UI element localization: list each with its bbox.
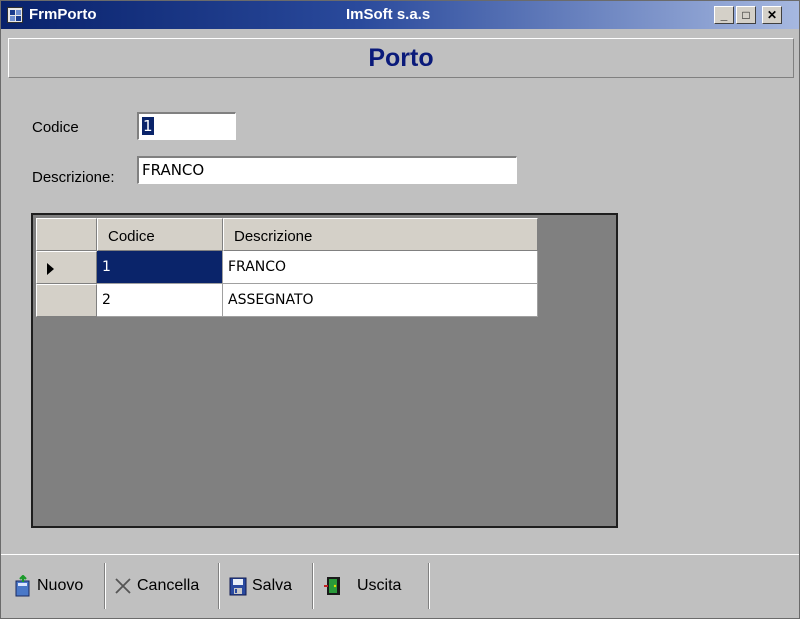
- new-document-icon: [13, 574, 33, 597]
- nuovo-button[interactable]: Nuovo: [13, 560, 83, 612]
- bottom-toolbar: Nuovo Cancella Salva Uscita: [1, 554, 799, 618]
- maximize-icon: □: [742, 8, 750, 22]
- toolbar-separator: [312, 563, 314, 609]
- nuovo-label: Nuovo: [37, 577, 84, 594]
- app-icon[interactable]: [7, 7, 23, 23]
- maximize-button[interactable]: □: [736, 6, 756, 24]
- save-floppy-icon: [228, 575, 248, 597]
- close-button[interactable]: ✕: [762, 6, 782, 24]
- descrizione-value: FRANCO: [142, 161, 205, 179]
- page-title: Porto: [368, 44, 434, 72]
- close-icon: ✕: [766, 8, 778, 22]
- table-cell-codice[interactable]: 2: [97, 284, 223, 317]
- codice-value: 1: [142, 117, 154, 135]
- column-header-codice[interactable]: Codice: [97, 218, 223, 251]
- window-company-name: ImSoft s.a.s: [346, 6, 431, 23]
- header-panel: Porto: [8, 38, 794, 78]
- frm-porto-window: FrmPorto ImSoft s.a.s _ □ ✕ Porto Codice…: [0, 0, 800, 619]
- title-bar[interactable]: FrmPorto ImSoft s.a.s _ □ ✕: [1, 1, 799, 29]
- cancella-button[interactable]: Cancella: [113, 560, 199, 612]
- minimize-icon: _: [720, 8, 728, 22]
- descrizione-input[interactable]: FRANCO: [137, 156, 517, 184]
- toolbar-separator: [104, 563, 106, 609]
- table-cell-descrizione[interactable]: ASSEGNATO: [223, 284, 538, 317]
- data-grid[interactable]: Codice Descrizione 1 FRANCO 2 ASSEGNATO: [31, 213, 618, 528]
- row-header-2[interactable]: [36, 284, 97, 317]
- codice-label: Codice: [32, 119, 79, 136]
- codice-input[interactable]: 1: [137, 112, 236, 140]
- uscita-button[interactable]: Uscita: [323, 560, 401, 612]
- uscita-label: Uscita: [357, 577, 402, 594]
- table-cell-descrizione[interactable]: FRANCO: [223, 251, 538, 284]
- row-header-1[interactable]: [36, 251, 97, 284]
- cancella-label: Cancella: [137, 577, 200, 594]
- exit-door-icon: [323, 575, 343, 597]
- toolbar-separator: [218, 563, 220, 609]
- delete-x-icon: [113, 575, 133, 597]
- descrizione-label: Descrizione:: [32, 169, 115, 186]
- grid-corner-header[interactable]: [36, 218, 97, 251]
- salva-label: Salva: [252, 577, 293, 594]
- current-row-arrow-icon: [47, 263, 54, 275]
- minimize-button[interactable]: _: [714, 6, 734, 24]
- toolbar-separator: [428, 563, 430, 609]
- salva-button[interactable]: Salva: [228, 560, 292, 612]
- window-title: FrmPorto: [29, 6, 97, 23]
- table-cell-codice[interactable]: 1: [97, 251, 223, 284]
- column-header-descrizione[interactable]: Descrizione: [223, 218, 538, 251]
